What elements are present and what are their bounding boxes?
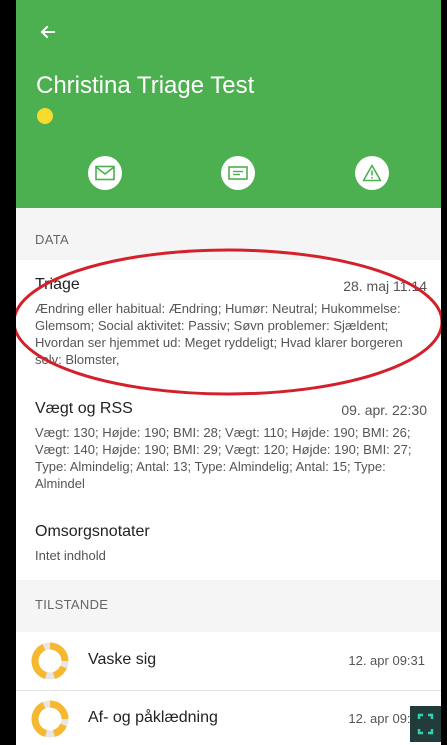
item-time: 09. apr. 22:30: [341, 402, 427, 418]
warning-button[interactable]: [355, 156, 389, 190]
data-section-header: DATA: [16, 208, 441, 260]
back-button[interactable]: [34, 18, 62, 46]
condition-time: 12. apr 09:31: [348, 653, 425, 668]
condition-label: Vaske sig: [88, 651, 157, 668]
data-item-care-notes[interactable]: Omsorgsnotater Intet indhold: [16, 523, 441, 573]
header: Christina Triage Test: [16, 0, 441, 208]
expand-button[interactable]: [410, 706, 441, 742]
item-body: Intet indhold: [35, 548, 106, 563]
conditions-section-label: TILSTANDE: [35, 597, 109, 612]
data-item-weight[interactable]: Vægt og RSS 09. apr. 22:30 Vægt: 130; Hø…: [16, 400, 441, 500]
condition-item[interactable]: Af- og påklædning 12. apr 09:31: [16, 694, 441, 744]
item-body: Vægt: 130; Højde: 190; BMI: 28; Vægt: 11…: [35, 425, 412, 491]
item-title: Omsorgsnotater: [35, 523, 150, 540]
divider: [16, 690, 441, 691]
condition-label: Af- og påklædning: [88, 709, 218, 726]
conditions-section-header: TILSTANDE: [16, 580, 441, 632]
progress-ring-icon: [31, 700, 69, 738]
item-body: Ændring eller habitual: Ændring; Humør: …: [35, 301, 403, 367]
data-item-triage[interactable]: Triage 28. maj 11:14 Ændring eller habit…: [16, 276, 441, 372]
status-indicator: [37, 108, 53, 124]
progress-ring-icon: [31, 642, 69, 680]
data-section-label: DATA: [35, 232, 69, 247]
card-button[interactable]: [221, 156, 255, 190]
condition-item[interactable]: Vaske sig 12. apr 09:31: [16, 636, 441, 686]
item-title: Triage: [35, 276, 80, 293]
envelope-icon: [95, 165, 115, 181]
right-black-border: [441, 0, 447, 745]
arrow-left-icon: [40, 25, 55, 39]
warning-icon: [362, 164, 382, 182]
item-title: Vægt og RSS: [35, 400, 133, 417]
left-black-border: [0, 0, 16, 745]
item-time: 28. maj 11:14: [343, 278, 427, 294]
id-card-icon: [228, 166, 248, 180]
patient-name: Christina Triage Test: [36, 72, 255, 99]
message-button[interactable]: [88, 156, 122, 190]
expand-icon: [417, 713, 434, 735]
app-screen: Christina Triage Test DATA Triage 28. ma…: [16, 0, 441, 745]
